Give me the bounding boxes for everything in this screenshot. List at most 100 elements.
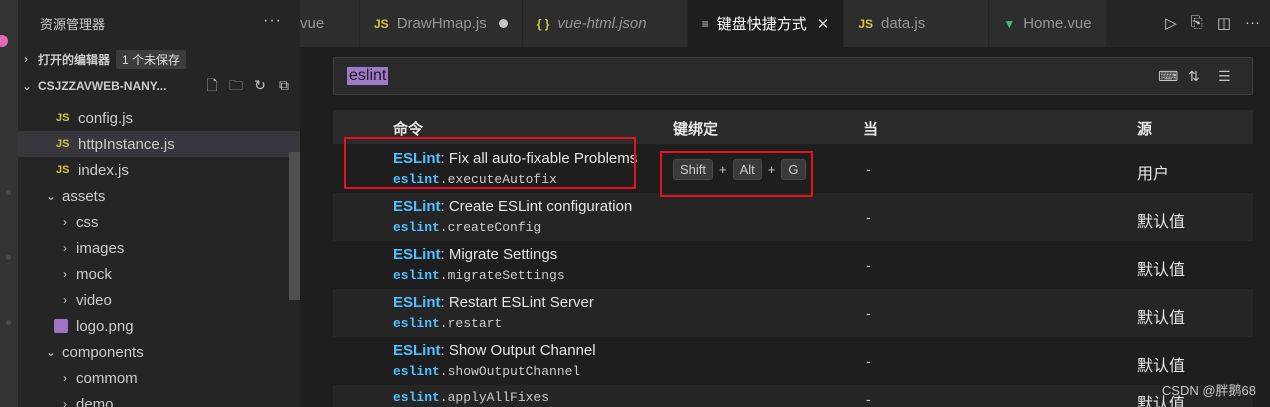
sort-by-precedence-icon[interactable]: ⇅: [1188, 68, 1200, 85]
chevron-right-icon: ›: [63, 241, 67, 255]
tab-data-js[interactable]: JS data.js: [844, 0, 990, 47]
sidebar-scrollbar[interactable]: [289, 152, 300, 300]
table-row[interactable]: ESLint: Create ESLint configuration esli…: [333, 193, 1253, 241]
unsaved-badge: 1 个未保存: [116, 49, 187, 69]
tab-label: 键盘快捷方式: [716, 16, 807, 33]
image-file-icon: [54, 319, 68, 333]
project-section[interactable]: ⌄ CSJZZAVWEB-NANY... 🗋 🗀 ↻ ⧉: [18, 73, 300, 99]
keybindings-search-box[interactable]: eslint ⌨ ⇅ ☰: [333, 57, 1253, 95]
source-value: 用户: [1137, 166, 1170, 183]
tree-folder-demo[interactable]: › demo: [18, 391, 300, 407]
collapse-all-icon[interactable]: ⧉: [276, 77, 292, 93]
tab-drawhmap-js[interactable]: JS DrawHmap.js: [360, 0, 523, 47]
command-title: ESLint: Restart ESLint Server: [393, 294, 594, 311]
new-file-icon[interactable]: 🗋: [204, 77, 220, 93]
split-editor-icon[interactable]: ◫: [1217, 14, 1231, 32]
keyboard-shortcuts-icon: ≡: [701, 16, 709, 31]
js-file-icon: JS: [858, 16, 873, 31]
account-badge-icon[interactable]: [0, 35, 8, 47]
tab-label: Home.vue: [1023, 15, 1092, 32]
tree-item-label: demo: [76, 395, 114, 407]
js-file-icon: JS: [374, 16, 389, 31]
when-clause: -: [866, 305, 871, 321]
open-json-icon[interactable]: ⎘: [1191, 14, 1203, 32]
tree-folder-mock[interactable]: › mock: [18, 261, 300, 287]
js-file-icon: JS: [56, 164, 70, 176]
tab-keyboard-shortcuts[interactable]: ≡ 键盘快捷方式 ✕: [687, 0, 845, 47]
command-title: ESLint: Create ESLint configuration: [393, 198, 633, 215]
column-keybinding[interactable]: 键绑定: [673, 118, 718, 139]
editor-actions: ▷ ⎘ ◫ ···: [1165, 14, 1260, 32]
table-row[interactable]: ESLint: Show Output Channel eslint.showO…: [333, 337, 1253, 385]
explorer-header: 资源管理器 ···: [18, 0, 300, 47]
tree-folder-video[interactable]: › video: [18, 287, 300, 313]
column-when[interactable]: 当: [863, 118, 878, 139]
tree-folder-commom[interactable]: › commom: [18, 365, 300, 391]
keyboard-icon[interactable]: ⌨: [1158, 68, 1178, 85]
tree-folder-assets[interactable]: ⌄ assets: [18, 183, 300, 209]
activity-icon[interactable]: [6, 255, 11, 260]
tab-home-vue[interactable]: ▼ Home.vue: [989, 0, 1107, 47]
tree-item-label: css: [76, 213, 99, 231]
column-command[interactable]: 命令: [393, 118, 423, 139]
column-source[interactable]: 源: [1137, 118, 1152, 139]
tab-label: vue: [300, 15, 325, 32]
json-file-icon: { }: [536, 16, 550, 31]
tree-item-label: config.js: [78, 109, 134, 127]
tree-item-label: components: [62, 343, 144, 361]
tree-item-label: images: [76, 239, 125, 257]
command-id: eslint.migrateSettings: [393, 268, 565, 283]
when-clause: -: [866, 353, 871, 369]
chevron-right-icon: ›: [24, 52, 28, 66]
command-id: eslint.restart: [393, 316, 503, 331]
watermark: CSDN @胖鹅68: [1161, 383, 1256, 398]
tree-item-httpinstance-js[interactable]: JS httpInstance.js: [18, 131, 300, 157]
tab-label: DrawHmap.js: [396, 15, 487, 32]
chevron-down-icon: ⌄: [45, 189, 57, 203]
command-title: ESLint: Migrate Settings: [393, 246, 558, 263]
tree-item-index-js[interactable]: JS index.js: [18, 157, 300, 183]
clear-filter-icon[interactable]: ☰: [1218, 68, 1231, 85]
modified-dot-icon[interactable]: [498, 19, 508, 28]
js-file-icon: JS: [56, 138, 70, 150]
explorer-sidebar: 资源管理器 ··· › 打开的编辑器 1 个未保存 ⌄ CSJZZAVWEB-N…: [18, 0, 300, 407]
tree-item-label: logo.png: [76, 317, 134, 335]
activity-icon[interactable]: [6, 190, 11, 195]
tree-item-label: index.js: [78, 161, 129, 179]
tree-folder-components[interactable]: ⌄ components: [18, 339, 300, 365]
tree-item-logo-png[interactable]: logo.png: [18, 313, 300, 339]
annotation-box-keybinding: [660, 151, 813, 197]
new-folder-icon[interactable]: 🗀: [228, 77, 244, 93]
search-input[interactable]: eslint: [347, 67, 389, 85]
command-id: eslint.createConfig: [393, 220, 542, 235]
tree-item-label: httpInstance.js: [78, 135, 175, 153]
chevron-down-icon: ⌄: [45, 345, 57, 359]
annotation-box-command: [344, 137, 636, 189]
tab-vue[interactable]: vue: [300, 0, 360, 47]
source-value: 默认值: [1137, 358, 1186, 375]
run-icon[interactable]: ▷: [1165, 14, 1177, 32]
close-icon[interactable]: ✕: [817, 15, 830, 33]
activity-icon[interactable]: [6, 320, 11, 325]
tree-folder-css[interactable]: › css: [18, 209, 300, 235]
table-row[interactable]: eslint.applyAllFixes - 默认值: [333, 385, 1253, 407]
table-row[interactable]: ESLint: Migrate Settings eslint.migrateS…: [333, 241, 1253, 289]
tree-item-config-js[interactable]: JS config.js: [18, 105, 300, 131]
tree-folder-images[interactable]: › images: [18, 235, 300, 261]
project-name: CSJZZAVWEB-NANY...: [38, 79, 167, 93]
tree-item-label: mock: [76, 265, 112, 283]
tab-label: data.js: [881, 15, 926, 32]
table-row[interactable]: ESLint: Restart ESLint Server eslint.res…: [333, 289, 1253, 337]
chevron-down-icon: ⌄: [22, 79, 33, 93]
when-clause: -: [866, 257, 871, 273]
chevron-right-icon: ›: [63, 293, 67, 307]
tree-item-label: video: [76, 291, 112, 309]
more-actions-icon[interactable]: ···: [263, 12, 282, 30]
tab-label: vue-html.json: [557, 15, 647, 32]
more-actions-icon[interactable]: ···: [1245, 14, 1260, 32]
js-file-icon: JS: [56, 112, 70, 124]
open-editors-section[interactable]: › 打开的编辑器 1 个未保存: [18, 47, 300, 71]
refresh-icon[interactable]: ↻: [252, 77, 268, 93]
tab-vue-html-json[interactable]: { } vue-html.json: [522, 0, 688, 47]
when-clause: -: [866, 161, 871, 177]
